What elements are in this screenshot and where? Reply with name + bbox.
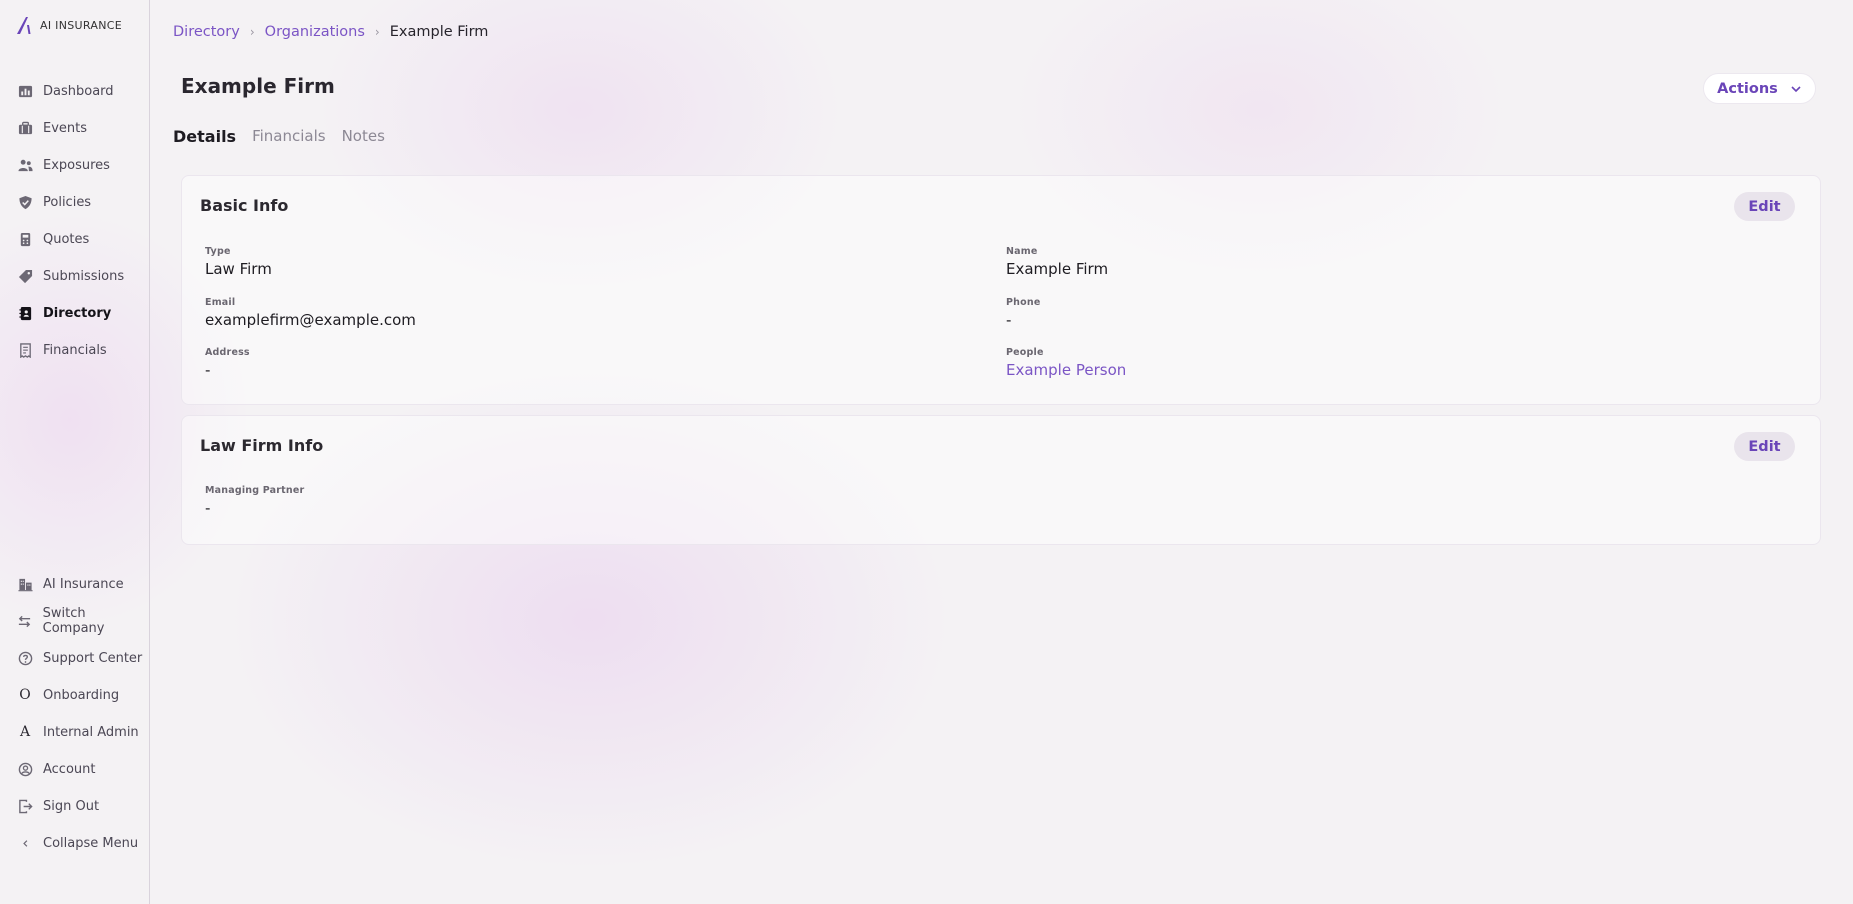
field-type: Type Law Firm	[205, 246, 272, 278]
field-label: People	[1006, 347, 1044, 358]
breadcrumb: Directory › Organizations › Example Firm	[173, 21, 488, 43]
breadcrumb-directory[interactable]: Directory	[173, 24, 240, 40]
sidebar-item-support-center[interactable]: Support Center	[17, 647, 142, 669]
field-address: Address -	[205, 347, 250, 379]
sidebar-item-quotes[interactable]: Quotes	[17, 228, 89, 250]
breadcrumb-organizations[interactable]: Organizations	[265, 24, 365, 40]
chart-icon	[17, 83, 33, 99]
field-label: Name	[1006, 246, 1038, 257]
field-label: Phone	[1006, 297, 1041, 308]
sign-out-icon	[17, 798, 33, 814]
chevron-right-icon: ›	[374, 25, 380, 39]
field-people: People Example Person	[1006, 347, 1126, 379]
law-firm-info-card: Law Firm Info Edit Managing Partner -	[181, 415, 1821, 545]
field-email: Email examplefirm@example.com	[205, 297, 416, 329]
help-icon	[17, 650, 33, 666]
field-name: Name Example Firm	[1006, 246, 1108, 278]
field-value: examplefirm@example.com	[205, 311, 416, 329]
logo-text: AI INSURANCE	[40, 18, 122, 32]
sidebar-item-label: Directory	[43, 305, 112, 321]
sidebar-item-label: Support Center	[43, 650, 143, 666]
sidebar-item-label: Exposures	[43, 157, 110, 173]
sidebar-item-label: Sign Out	[43, 798, 100, 814]
field-value: -	[205, 361, 211, 379]
breadcrumb-current: Example Firm	[389, 24, 489, 40]
receipt-icon	[17, 342, 33, 358]
sidebar-item-label: Internal Admin	[43, 724, 139, 740]
field-label: Managing Partner	[205, 485, 305, 496]
shield-icon	[17, 194, 33, 210]
field-label: Type	[205, 246, 231, 257]
onboarding-letter-icon: O	[19, 687, 31, 703]
card-title: Law Firm Info	[200, 436, 324, 455]
address-book-icon	[17, 305, 33, 321]
field-managing-partner: Managing Partner -	[205, 485, 304, 517]
sidebar-item-label: Account	[43, 761, 96, 777]
sidebar-item-label: Switch Company	[42, 606, 105, 636]
sidebar-item-label: Financials	[43, 342, 107, 358]
calculator-icon	[17, 231, 33, 247]
switch-icon	[17, 613, 33, 629]
tab-details[interactable]: Details	[173, 127, 236, 146]
sidebar-item-financials[interactable]: Financials	[17, 339, 107, 361]
tab-bar: Details Financials Notes	[173, 124, 385, 148]
field-value: -	[205, 499, 211, 517]
tab-financials[interactable]: Financials	[252, 127, 326, 145]
basic-info-card: Basic Info Edit Type Law Firm Name Examp…	[181, 175, 1821, 405]
sidebar-item-label: Submissions	[43, 268, 125, 284]
chevron-down-icon	[1791, 85, 1801, 92]
sidebar-item-label: Events	[43, 120, 88, 136]
basic-info-edit-button[interactable]: Edit	[1734, 192, 1795, 221]
sidebar-item-onboarding[interactable]: O Onboarding	[17, 684, 119, 706]
sidebar-item-label: Dashboard	[43, 83, 114, 99]
sidebar-item-account[interactable]: Account	[17, 758, 96, 780]
sidebar-item-directory[interactable]: Directory	[17, 302, 111, 324]
sidebar-item-internal-admin[interactable]: A Internal Admin	[17, 721, 139, 743]
tag-icon	[17, 268, 33, 284]
sidebar-item-events[interactable]: Events	[17, 117, 87, 139]
page-title: Example Firm	[181, 74, 335, 98]
sidebar-item-label: Policies	[43, 194, 92, 210]
sidebar-item-label: Collapse Menu	[43, 835, 139, 851]
briefcase-icon	[17, 120, 33, 136]
field-label: Address	[205, 347, 250, 358]
card-title: Basic Info	[200, 196, 289, 215]
sidebar: AI INSURANCE Dashboard Events Exposures …	[0, 0, 150, 904]
sidebar-item-switch-company[interactable]: Switch Company	[17, 606, 149, 636]
sidebar-item-label: AI Insurance	[43, 576, 124, 592]
person-link[interactable]: Example Person	[1006, 361, 1126, 379]
actions-button[interactable]: Actions	[1703, 73, 1816, 104]
sidebar-item-label: Onboarding	[43, 687, 120, 703]
chevron-right-icon: ›	[249, 25, 255, 39]
logo-mark-icon	[17, 17, 31, 34]
field-value: Law Firm	[205, 260, 272, 278]
internal-admin-letter-icon: A	[19, 724, 31, 740]
field-value: Example Firm	[1006, 260, 1109, 278]
building-icon	[17, 576, 33, 592]
app-logo[interactable]: AI INSURANCE	[15, 14, 122, 36]
sidebar-item-ai-insurance[interactable]: AI Insurance	[17, 573, 124, 595]
tab-notes[interactable]: Notes	[342, 127, 385, 145]
sidebar-item-sign-out[interactable]: Sign Out	[17, 795, 99, 817]
field-phone: Phone -	[1006, 297, 1040, 329]
sidebar-item-submissions[interactable]: Submissions	[17, 265, 124, 287]
sidebar-item-collapse-menu[interactable]: Collapse Menu	[17, 832, 138, 854]
law-firm-info-edit-button[interactable]: Edit	[1734, 432, 1795, 461]
account-icon	[17, 761, 33, 777]
field-label: Email	[205, 297, 236, 308]
users-icon	[17, 157, 33, 173]
chevron-left-icon	[17, 835, 33, 851]
sidebar-item-dashboard[interactable]: Dashboard	[17, 80, 114, 102]
sidebar-item-label: Quotes	[43, 231, 90, 247]
sidebar-item-exposures[interactable]: Exposures	[17, 154, 110, 176]
actions-button-label: Actions	[1717, 80, 1778, 97]
sidebar-item-policies[interactable]: Policies	[17, 191, 91, 213]
field-value: -	[1006, 311, 1012, 329]
